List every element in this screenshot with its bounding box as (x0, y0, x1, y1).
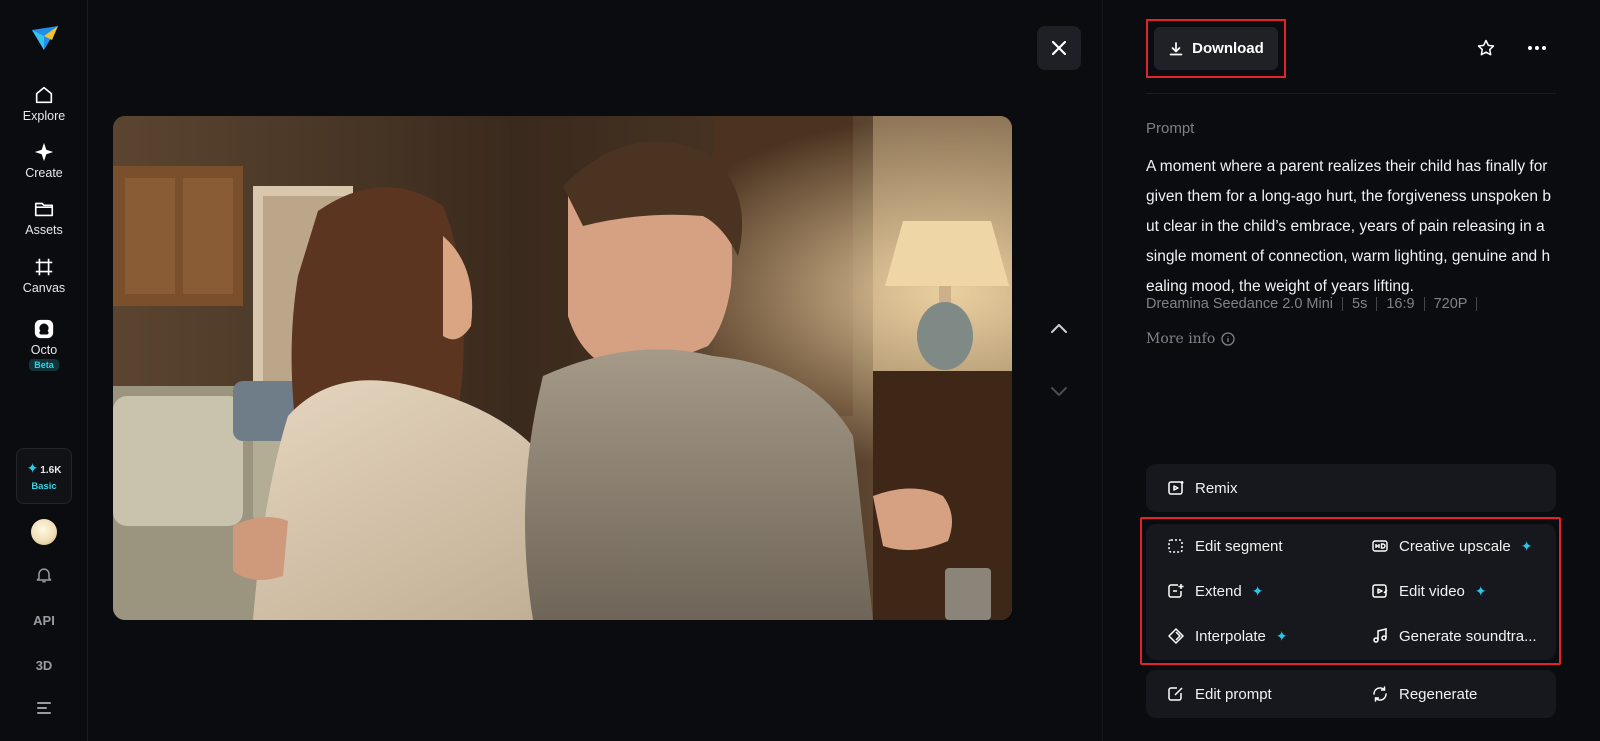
creative-upscale-label: Creative upscale (1399, 537, 1511, 555)
close-icon (1051, 40, 1067, 56)
download-icon (1169, 41, 1183, 55)
extend-label: Extend (1195, 582, 1242, 600)
meta-separator (1476, 297, 1478, 311)
menu-button[interactable] (0, 700, 88, 719)
edit-segment-button[interactable]: Edit segment (1167, 537, 1283, 555)
previous-arrow-icon[interactable] (1046, 316, 1072, 342)
more-info-label: More info (1146, 331, 1216, 347)
edit-prompt-label: Edit prompt (1195, 685, 1272, 703)
sidebar-item-label: Assets (25, 223, 63, 237)
menu-icon (37, 702, 51, 714)
download-button[interactable]: Download (1154, 27, 1278, 70)
sidebar-item-label: Create (25, 166, 63, 180)
sparkle-icon: ✦ (1275, 627, 1288, 644)
extend-icon (1168, 584, 1184, 598)
download-label: Download (1192, 40, 1264, 57)
home-icon (35, 86, 53, 104)
meta-separator (1376, 297, 1378, 311)
edit-video-label: Edit video (1399, 582, 1465, 600)
interpolate-button[interactable]: Interpolate ✦ (1167, 627, 1288, 645)
aspect-ratio-value: 16:9 (1386, 296, 1415, 312)
close-button[interactable] (1037, 26, 1081, 70)
edit-video-button[interactable]: Edit video ✦ (1371, 582, 1487, 600)
more-options-button[interactable] (1522, 33, 1552, 63)
header-divider (1146, 93, 1556, 94)
prompt-text: A moment where a parent realizes their c… (1146, 158, 1551, 295)
edit-video-icon (1372, 584, 1388, 598)
generation-meta: Dreamina Seedance 2.0 Mini 5s 16:9 720P (1146, 296, 1486, 312)
edit-prompt-button[interactable]: Edit prompt (1167, 685, 1272, 703)
api-button[interactable]: API (0, 613, 88, 628)
resolution-value: 720P (1433, 296, 1468, 312)
remix-button[interactable]: Remix (1167, 479, 1238, 497)
regenerate-button[interactable]: Regenerate (1371, 685, 1477, 703)
next-arrow-icon[interactable] (1046, 378, 1072, 404)
3d-button[interactable]: 3D (0, 658, 88, 673)
video-frame-image (113, 116, 1012, 620)
sparkle-icon: ✦ (1520, 537, 1533, 554)
sparkle-icon (34, 142, 54, 162)
sparkle-icon: ✦ (26, 460, 39, 476)
extend-button[interactable]: Extend ✦ (1167, 582, 1263, 600)
sidebar-item-octo[interactable]: Octo Beta (8, 318, 80, 382)
edit-segment-label: Edit segment (1195, 537, 1283, 555)
favorite-button[interactable] (1471, 33, 1501, 63)
interpolate-icon (1168, 628, 1184, 644)
model-name: Dreamina Seedance 2.0 Mini (1146, 296, 1333, 312)
credits-amount-row: ✦ 1.6K (27, 460, 62, 477)
folder-icon (34, 202, 54, 217)
prompt-heading: Prompt (1146, 120, 1195, 137)
hd-upscale-icon (1372, 540, 1388, 552)
music-note-icon (1373, 628, 1387, 643)
edit-segment-icon (1168, 539, 1183, 553)
sidebar-item-label: Octo (30, 343, 58, 357)
app-logo-icon[interactable] (30, 24, 60, 52)
meta-separator (1423, 297, 1425, 311)
download-highlight: Download (1146, 19, 1286, 78)
sparkle-icon: ✦ (1251, 582, 1264, 599)
notifications-button[interactable] (0, 565, 88, 588)
refresh-icon (1373, 686, 1387, 702)
sidebar-item-canvas[interactable]: Canvas (8, 256, 80, 306)
remix-label: Remix (1195, 479, 1238, 497)
video-player[interactable] (113, 116, 1012, 620)
credits-amount: 1.6K (40, 465, 62, 476)
sidebar-item-label: Explore (22, 109, 66, 123)
avatar[interactable] (31, 519, 57, 545)
more-info-link[interactable]: More info (1146, 331, 1235, 347)
sidebar-item-assets[interactable]: Assets (8, 198, 80, 248)
canvas-icon (35, 258, 53, 276)
generate-soundtrack-button[interactable]: Generate soundtra... (1371, 627, 1537, 645)
duration-value: 5s (1352, 296, 1368, 312)
sidebar-item-create[interactable]: Create (8, 141, 80, 191)
creative-upscale-button[interactable]: Creative upscale ✦ (1371, 537, 1532, 555)
sparkle-icon: ✦ (1474, 582, 1487, 599)
plan-label: Basic (31, 481, 57, 492)
regenerate-label: Regenerate (1399, 685, 1478, 703)
star-icon (1477, 39, 1495, 56)
edit-prompt-icon (1168, 687, 1183, 701)
bell-icon (36, 568, 52, 583)
meta-separator (1342, 297, 1343, 311)
beta-badge: Beta (29, 359, 59, 371)
sidebar-item-explore[interactable]: Explore (8, 84, 80, 134)
remix-icon (1168, 481, 1184, 495)
credits-badge[interactable]: ✦ 1.6K Basic (16, 448, 72, 504)
info-icon (1221, 332, 1235, 346)
octo-icon (34, 319, 54, 339)
more-horizontal-icon (1528, 46, 1546, 50)
left-sidebar: Explore Create Assets Canvas Octo Beta ✦… (0, 0, 88, 741)
generate-soundtrack-label: Generate soundtra... (1399, 627, 1537, 645)
sidebar-item-label: Canvas (22, 281, 66, 295)
interpolate-label: Interpolate (1195, 627, 1266, 645)
